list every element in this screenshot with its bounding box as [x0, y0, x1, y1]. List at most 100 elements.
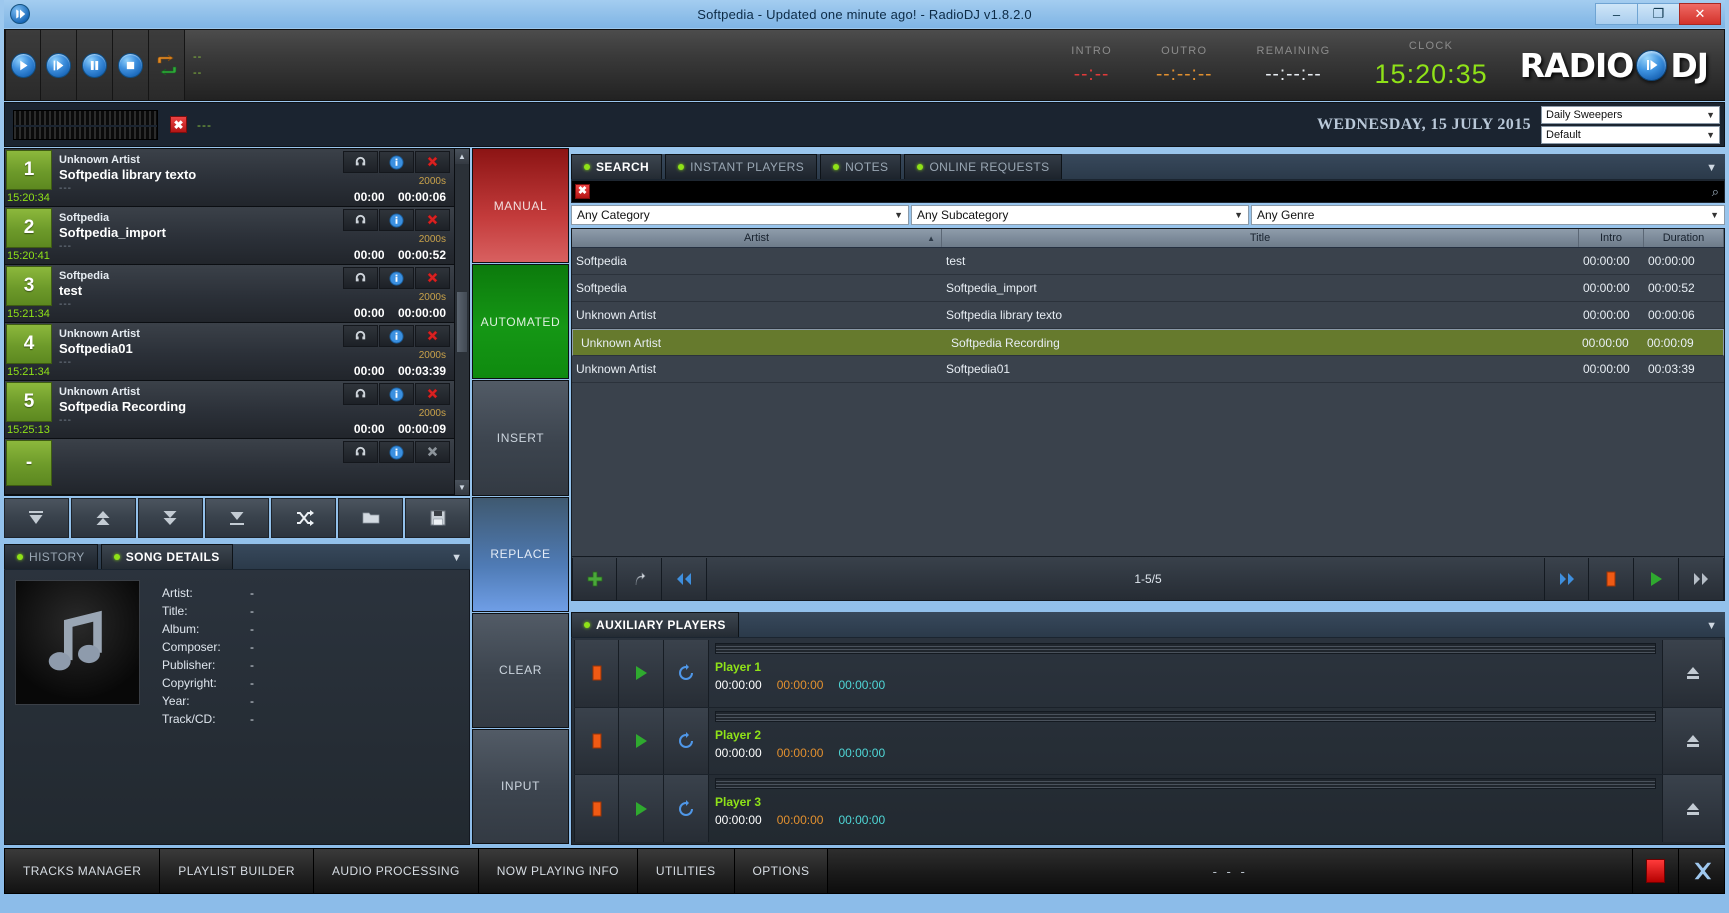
- track-info-button[interactable]: [379, 151, 414, 173]
- player-stop-button[interactable]: [574, 775, 619, 843]
- tab-online-requests[interactable]: ONLINE REQUESTS: [904, 154, 1063, 179]
- search-input[interactable]: [590, 184, 1712, 199]
- player-loop-button[interactable]: [664, 775, 709, 843]
- track-info-button[interactable]: [379, 267, 414, 289]
- remove-track-button[interactable]: [415, 209, 450, 231]
- cue-headphone-button[interactable]: [343, 209, 378, 231]
- tab-auxiliary-players[interactable]: AUXILIARY PLAYERS: [571, 612, 739, 637]
- player-eject-button[interactable]: [1662, 775, 1722, 843]
- audio-processing-button[interactable]: AUDIO PROCESSING: [313, 849, 479, 893]
- table-row[interactable]: Softpedia test 00:00:00 00:00:00: [572, 248, 1724, 275]
- player-loop-button[interactable]: [664, 707, 709, 775]
- table-row[interactable]: 4 15:21:34 Unknown Artist Softpedia01 --…: [5, 323, 454, 381]
- scrollbar-thumb[interactable]: [457, 292, 467, 352]
- table-row[interactable]: Softpedia Softpedia_import 00:00:00 00:0…: [572, 275, 1724, 302]
- scroll-up-button[interactable]: ▲: [455, 149, 469, 164]
- table-row-selected[interactable]: Unknown Artist Softpedia Recording 00:00…: [572, 329, 1724, 356]
- table-row[interactable]: 5 15:25:13 Unknown Artist Softpedia Reco…: [5, 381, 454, 439]
- category-select[interactable]: Any Category ▼: [571, 205, 909, 225]
- column-header-artist[interactable]: Artist ▲: [572, 229, 942, 247]
- table-row[interactable]: Unknown Artist Softpedia01 00:00:00 00:0…: [572, 356, 1724, 383]
- column-header-intro[interactable]: Intro: [1579, 229, 1644, 247]
- mode-clear-button[interactable]: CLEAR: [472, 612, 569, 728]
- play-next-button[interactable]: [41, 30, 77, 100]
- play-button[interactable]: [5, 30, 41, 100]
- rotation-button[interactable]: [149, 30, 185, 100]
- cue-headphone-button[interactable]: [343, 267, 378, 289]
- open-playlist-button[interactable]: [338, 498, 404, 538]
- track-info-button[interactable]: [379, 325, 414, 347]
- tracks-manager-button[interactable]: TRACKS MANAGER: [5, 849, 161, 893]
- scroll-down-button[interactable]: ▼: [455, 480, 469, 495]
- table-row[interactable]: Unknown Artist Softpedia library texto 0…: [572, 302, 1724, 329]
- search-icon[interactable]: ⌕: [1712, 184, 1719, 200]
- player-play-button[interactable]: [619, 640, 664, 707]
- pause-button[interactable]: [77, 30, 113, 100]
- tab-history[interactable]: HISTORY: [4, 544, 98, 569]
- cue-headphone-button[interactable]: [343, 383, 378, 405]
- playlist-builder-button[interactable]: PLAYLIST BUILDER: [160, 849, 314, 893]
- tab-song-details[interactable]: SONG DETAILS: [100, 544, 233, 569]
- playlist[interactable]: 1 15:20:34 Unknown Artist Softpedia libr…: [5, 149, 454, 495]
- column-header-title[interactable]: Title: [942, 229, 1579, 247]
- remove-track-button[interactable]: [415, 267, 450, 289]
- cue-headphone-button[interactable]: [343, 325, 378, 347]
- table-row[interactable]: 3 15:21:34 Softpedia test --- 2000s 00:0…: [5, 265, 454, 323]
- column-header-duration[interactable]: Duration: [1644, 229, 1724, 247]
- last-page-button[interactable]: [1679, 557, 1724, 600]
- tab-instant-players[interactable]: INSTANT PLAYERS: [665, 154, 818, 179]
- table-row[interactable]: 2 15:20:41 Softpedia Softpedia_import --…: [5, 207, 454, 265]
- remove-track-button[interactable]: [415, 383, 450, 405]
- move-down-button[interactable]: [137, 498, 203, 538]
- shuffle-button[interactable]: [271, 498, 337, 538]
- track-info-button[interactable]: [379, 209, 414, 231]
- track-info-button[interactable]: [379, 441, 414, 463]
- utilities-button[interactable]: UTILITIES: [637, 849, 735, 893]
- mode-replace-button[interactable]: REPLACE: [472, 496, 569, 612]
- cue-headphone-button[interactable]: [343, 151, 378, 173]
- play-preview-button[interactable]: [1634, 557, 1679, 600]
- save-playlist-button[interactable]: [405, 498, 471, 538]
- player-eject-button[interactable]: [1662, 640, 1722, 707]
- player-loop-button[interactable]: [664, 640, 709, 707]
- clear-now-playing-button[interactable]: ✖: [170, 116, 187, 133]
- table-row[interactable]: 1 15:20:34 Unknown Artist Softpedia libr…: [5, 149, 454, 207]
- stop-button[interactable]: [113, 30, 149, 100]
- stop-preview-button[interactable]: [1589, 557, 1634, 600]
- fullscreen-button[interactable]: [1678, 849, 1724, 893]
- options-button[interactable]: OPTIONS: [734, 849, 829, 893]
- collapse-panel-button[interactable]: ▼: [451, 552, 462, 564]
- playlist-scrollbar[interactable]: ▲ ▼: [454, 149, 469, 495]
- track-info-button[interactable]: [379, 383, 414, 405]
- player-play-button[interactable]: [619, 707, 664, 775]
- cue-headphone-button[interactable]: [343, 441, 378, 463]
- player-eject-button[interactable]: [1662, 707, 1722, 775]
- rotation-select[interactable]: Default ▼: [1541, 125, 1720, 144]
- remove-track-button[interactable]: [415, 151, 450, 173]
- mode-manual-button[interactable]: MANUAL: [472, 148, 569, 264]
- remove-track-button[interactable]: [415, 441, 450, 463]
- remove-track-button[interactable]: [415, 325, 450, 347]
- player-stop-button[interactable]: [574, 640, 619, 707]
- move-to-top-button[interactable]: [4, 498, 69, 538]
- tab-search[interactable]: SEARCH: [571, 154, 663, 179]
- player-stop-button[interactable]: [574, 707, 619, 775]
- collapse-aux-button[interactable]: ▼: [1706, 620, 1717, 632]
- mode-automated-button[interactable]: AUTOMATED: [472, 264, 569, 380]
- genre-select[interactable]: Any Genre ▼: [1251, 205, 1725, 225]
- move-to-bottom-button[interactable]: [204, 498, 270, 538]
- now-playing-info-button[interactable]: NOW PLAYING INFO: [478, 849, 638, 893]
- mode-input-button[interactable]: INPUT: [472, 728, 569, 845]
- global-stop-button[interactable]: [1632, 849, 1678, 893]
- subcategory-select[interactable]: Any Subcategory ▼: [911, 205, 1249, 225]
- next-page-button[interactable]: [1544, 557, 1589, 600]
- sweepers-select[interactable]: Daily Sweepers ▼: [1541, 105, 1720, 124]
- move-up-button[interactable]: [70, 498, 136, 538]
- collapse-search-button[interactable]: ▼: [1706, 162, 1717, 174]
- tab-notes[interactable]: NOTES: [820, 154, 902, 179]
- mode-insert-button[interactable]: INSERT: [472, 380, 569, 496]
- search-results-grid[interactable]: Artist ▲ Title Intro Duration Softpedia …: [571, 228, 1725, 557]
- player-play-button[interactable]: [619, 775, 664, 843]
- table-row-empty[interactable]: -: [5, 439, 454, 495]
- clear-search-button[interactable]: ✖: [575, 184, 590, 199]
